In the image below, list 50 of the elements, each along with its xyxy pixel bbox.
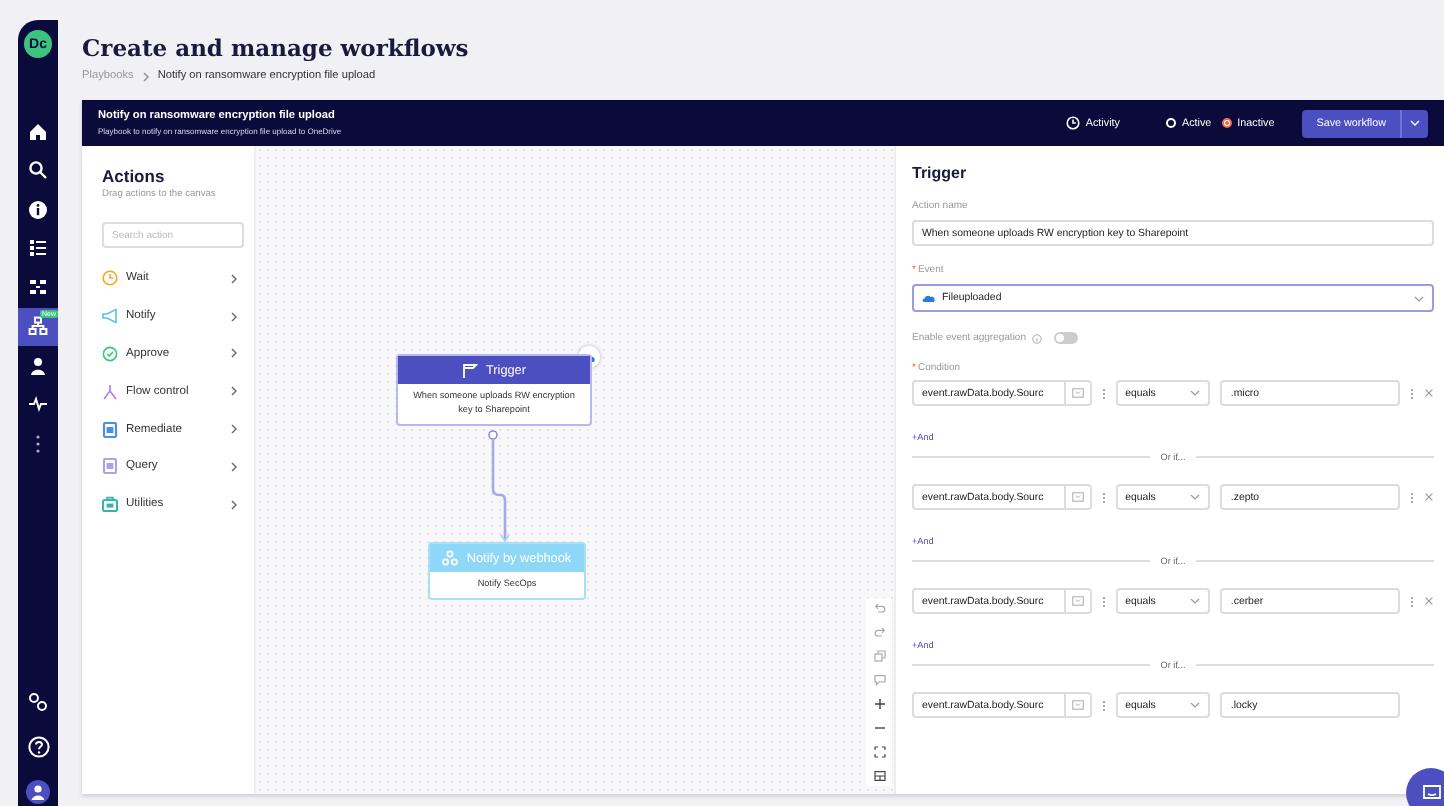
- variable-icon: [1071, 700, 1084, 710]
- close-icon[interactable]: [1424, 492, 1434, 502]
- chevron-icon: [230, 461, 238, 472]
- history-icon: [1065, 116, 1080, 130]
- chevron-icon: [230, 348, 238, 359]
- flag-icon: [461, 363, 478, 377]
- chevron-icon: [230, 386, 238, 397]
- person-icon: [28, 355, 48, 376]
- chevron-icon: [230, 273, 238, 284]
- connector-line: [487, 429, 509, 543]
- webhook-icon: [442, 550, 459, 566]
- help-icon[interactable]: [27, 736, 49, 759]
- zoom-in-icon[interactable]: [873, 698, 885, 710]
- caret-icon: [1410, 120, 1420, 126]
- chevron-down-icon: [1190, 598, 1201, 604]
- close-icon[interactable]: [1424, 596, 1434, 606]
- chevron-down-icon: [1190, 702, 1201, 708]
- chevron-icon: [230, 424, 238, 435]
- variable-icon: [1071, 388, 1084, 398]
- chevron-icon: [230, 311, 238, 322]
- actions-title: Actions: [102, 166, 167, 186]
- settings-icon[interactable]: [28, 692, 48, 713]
- variable-icon: [1071, 492, 1084, 502]
- info-icon: [28, 199, 48, 220]
- search-icon: [28, 160, 48, 181]
- page-title: Create and manage workflows: [82, 34, 471, 62]
- avatar-icon[interactable]: [26, 780, 50, 805]
- close-icon[interactable]: [1424, 388, 1434, 398]
- minimap-icon[interactable]: [873, 770, 885, 782]
- list-icon: [28, 238, 48, 259]
- chevron-down-icon: [1190, 390, 1201, 396]
- undo-icon[interactable]: [873, 602, 885, 614]
- chevron-down-icon: [1190, 494, 1201, 500]
- zoom-out-icon[interactable]: [873, 722, 885, 734]
- aggregation-toggle[interactable]: [1054, 332, 1078, 344]
- chevron-down-icon: [1414, 295, 1424, 301]
- panel-title: Trigger: [912, 164, 969, 182]
- variable-icon: [1071, 596, 1084, 606]
- fit-view-icon[interactable]: [873, 746, 885, 758]
- chat-icon: [1421, 784, 1441, 802]
- pulse-icon: [28, 394, 48, 415]
- cloud-icon: [922, 294, 936, 302]
- chevron-icon: [141, 71, 150, 81]
- comment-icon[interactable]: [873, 674, 885, 686]
- flow-icon: [28, 277, 48, 298]
- chevron-icon: [230, 499, 238, 510]
- tree-icon: [28, 316, 48, 337]
- redo-icon[interactable]: [873, 626, 885, 638]
- info-icon: [1032, 333, 1042, 343]
- home-icon: [28, 121, 48, 142]
